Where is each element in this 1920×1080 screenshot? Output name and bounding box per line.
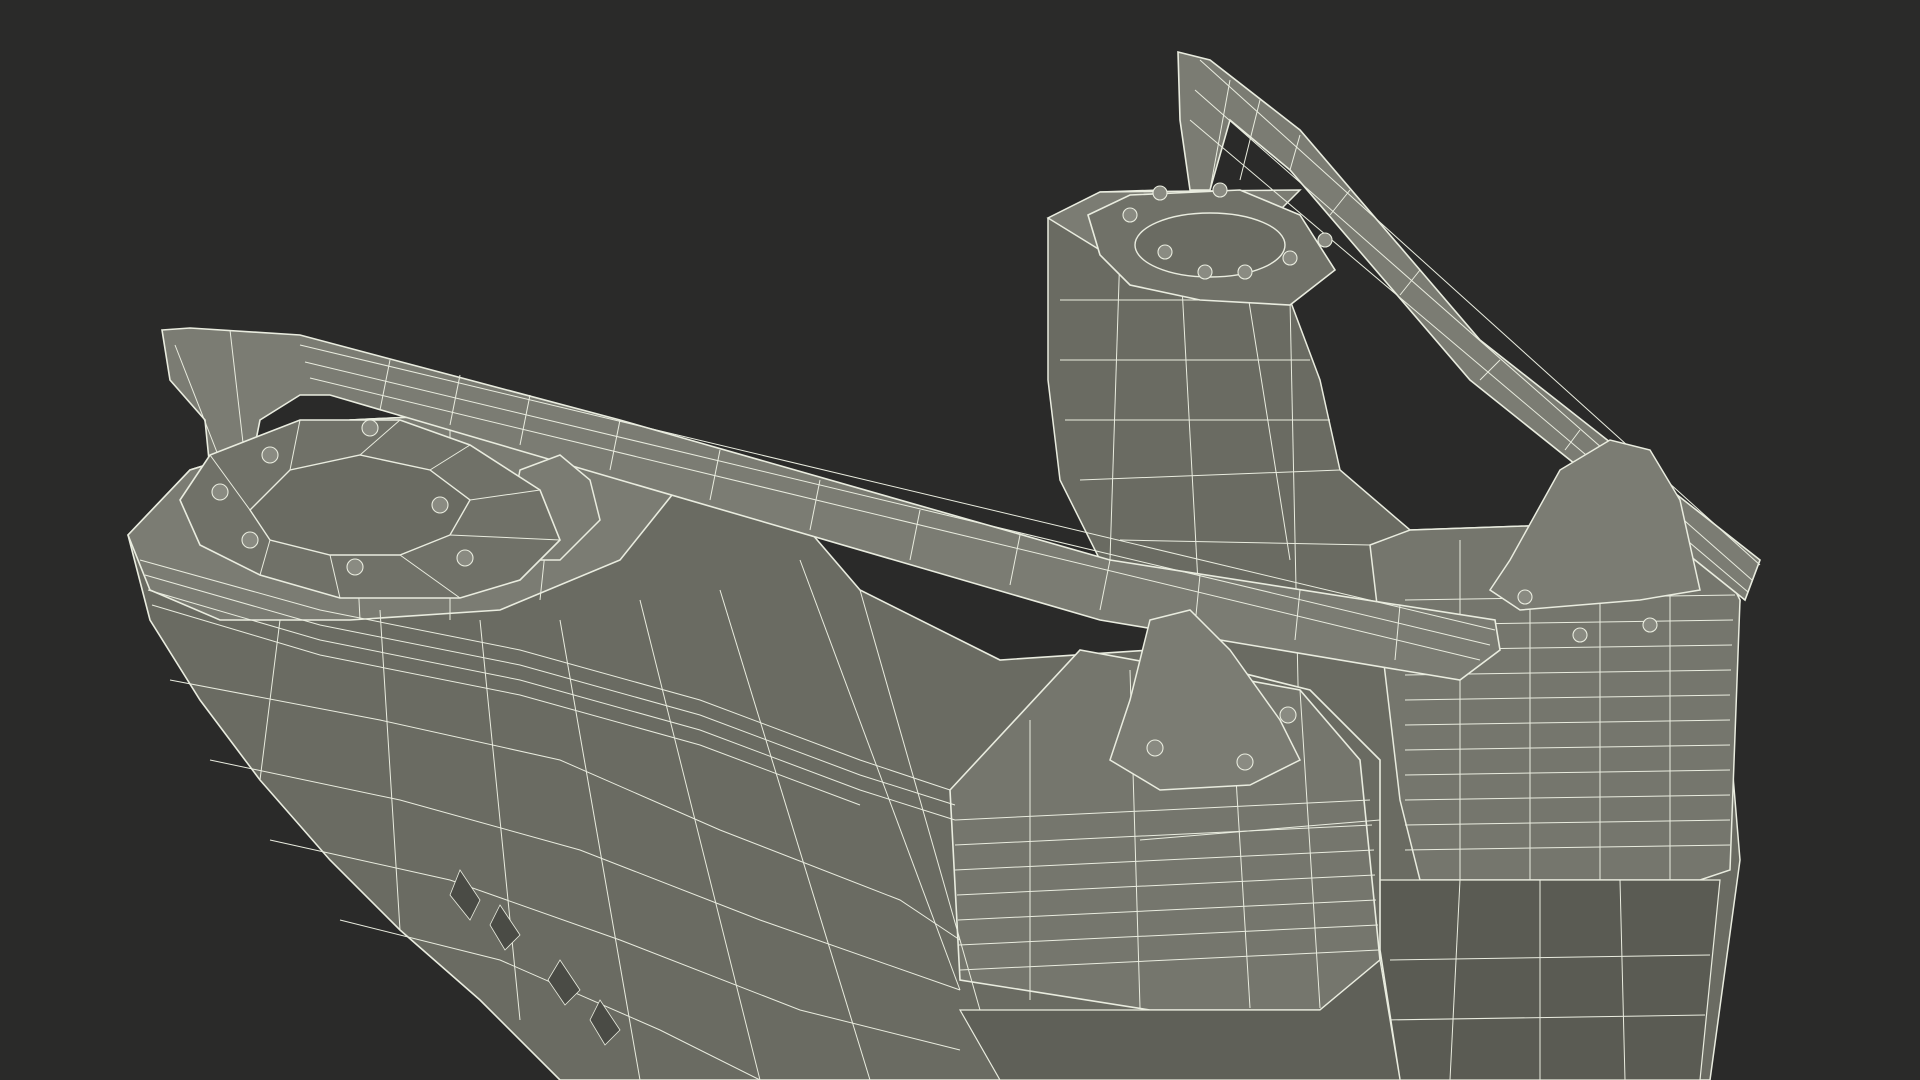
3d-viewport[interactable]: [0, 0, 1920, 1080]
wireframe-render: [0, 0, 1920, 1080]
